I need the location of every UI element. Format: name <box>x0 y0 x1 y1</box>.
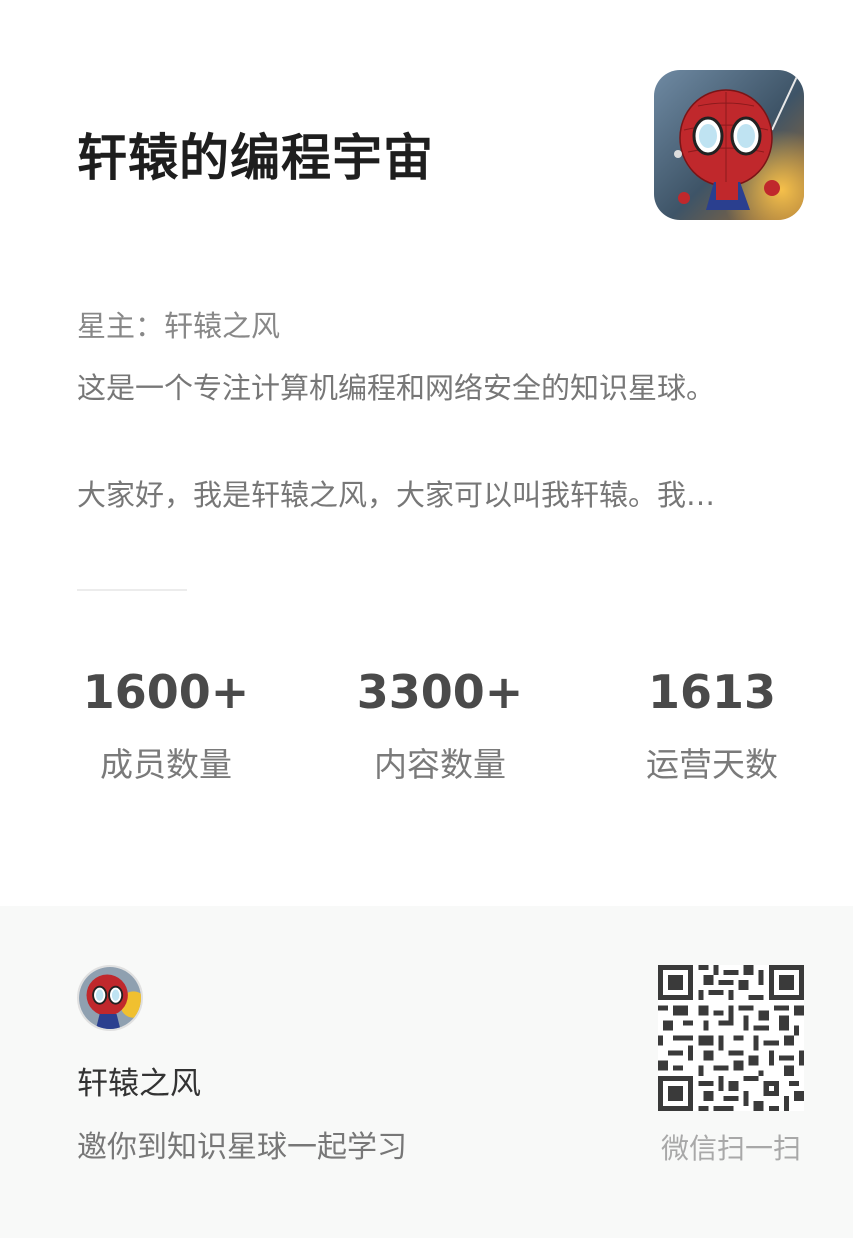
divider <box>77 589 187 591</box>
stat-content-value: 3300+ <box>356 665 524 719</box>
stat-content-label: 内容数量 <box>374 745 506 784</box>
invite-text: 邀你到知识星球一起学习 <box>77 1130 407 1165</box>
group-info-card: 轩辕的编程宇宙 星主：轩辕之风 这是一个专注计算机编程和网络安全的知识星球。 大… <box>0 0 853 906</box>
qr-code[interactable] <box>658 965 804 1111</box>
stat-members: 1600+ 成员数量 <box>66 665 266 785</box>
scan-hint: 微信扫一扫 <box>660 1132 801 1165</box>
group-description-line-2: 大家好，我是轩辕之风，大家可以叫我轩辕。我… <box>77 478 716 512</box>
stat-days-value: 1613 <box>647 665 777 719</box>
stat-days: 1613 运营天数 <box>612 665 812 785</box>
stat-members-value: 1600+ <box>82 665 250 719</box>
spiderman-avatar-icon <box>79 967 141 1029</box>
author-name: 轩辕之风 <box>77 1066 201 1102</box>
group-owner: 星主：轩辕之风 <box>77 309 281 343</box>
stat-members-label: 成员数量 <box>100 745 232 784</box>
qr-code-icon <box>658 965 804 1111</box>
stat-days-label: 运营天数 <box>646 745 778 784</box>
stat-content: 3300+ 内容数量 <box>340 665 540 785</box>
group-cover-image <box>654 70 804 220</box>
spiderman-cover-icon <box>654 70 804 220</box>
group-description-line-1: 这是一个专注计算机编程和网络安全的知识星球。 <box>77 371 716 405</box>
group-title: 轩辕的编程宇宙 <box>77 129 434 187</box>
author-avatar <box>77 965 143 1031</box>
